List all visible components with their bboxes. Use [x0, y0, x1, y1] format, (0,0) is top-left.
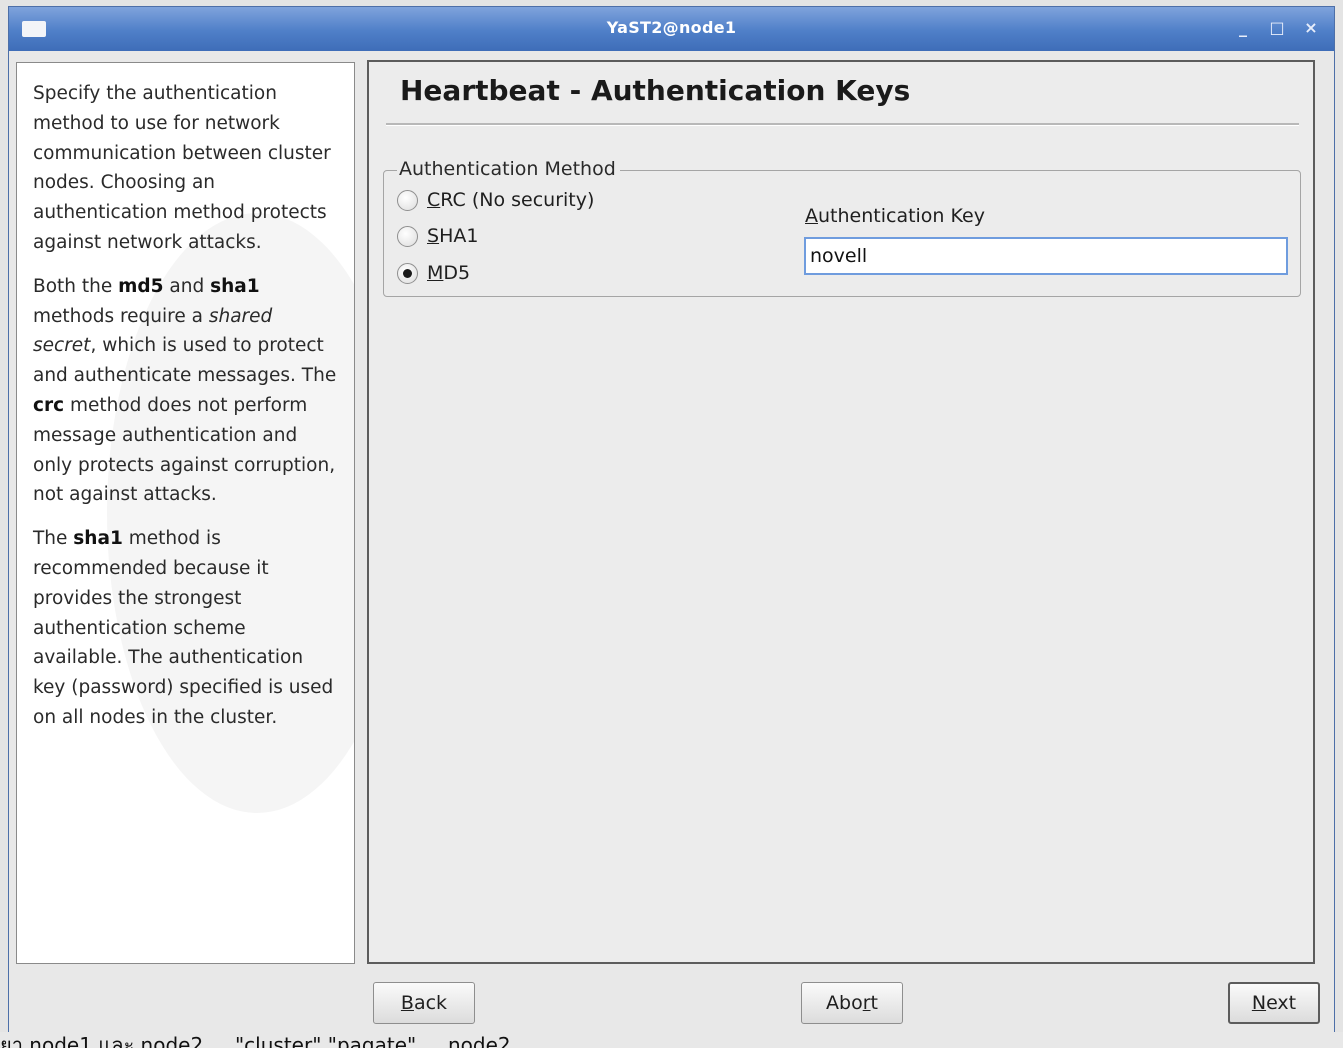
minimize-icon[interactable]: _ [1230, 17, 1256, 39]
overlapping-caption-text: ยา node1 และ node2 ... "cluster" "pagate… [0, 1032, 1343, 1048]
radio-crc-label: CRC (No security) [427, 189, 595, 211]
abort-button[interactable]: Abort [801, 982, 903, 1024]
authentication-method-group: Authentication Method CRC (No security) … [383, 158, 1301, 297]
radio-crc[interactable]: CRC (No security) [397, 189, 594, 211]
help-paragraph-3: The sha1 method is recommended because i… [33, 528, 334, 728]
authentication-key-label: Authentication Key [805, 205, 985, 227]
close-icon[interactable]: × [1298, 17, 1324, 39]
radio-sha1-button[interactable] [397, 225, 418, 247]
help-pane[interactable]: Specify the authentication method to use… [16, 62, 355, 964]
maximize-icon[interactable]: □ [1264, 17, 1290, 39]
help-paragraph-2: Both the md5 and sha1 methods require a … [33, 275, 337, 506]
radio-sha1[interactable]: SHA1 [397, 225, 478, 247]
title-separator [386, 123, 1299, 126]
help-paragraph-1: Specify the authentication method to use… [33, 83, 331, 253]
radio-md5-button[interactable] [397, 262, 418, 284]
title-bar[interactable]: YaST2@node1 _ □ × [9, 7, 1334, 51]
radio-sha1-label: SHA1 [427, 225, 479, 247]
main-content: Heartbeat - Authentication Keys Authenti… [367, 60, 1315, 964]
radio-md5-label: MD5 [427, 262, 471, 284]
authentication-key-input[interactable] [804, 237, 1288, 275]
window-controls: _ □ × [1230, 17, 1324, 39]
page-title: Heartbeat - Authentication Keys [400, 74, 911, 107]
radio-md5[interactable]: MD5 [397, 262, 470, 284]
window-title: YaST2@node1 [606, 18, 737, 37]
group-label: Authentication Method [397, 158, 620, 180]
back-button[interactable]: Back [373, 982, 475, 1024]
help-text: Specify the authentication method to use… [17, 63, 354, 733]
next-button[interactable]: Next [1228, 982, 1320, 1024]
radio-crc-button[interactable] [397, 189, 418, 211]
